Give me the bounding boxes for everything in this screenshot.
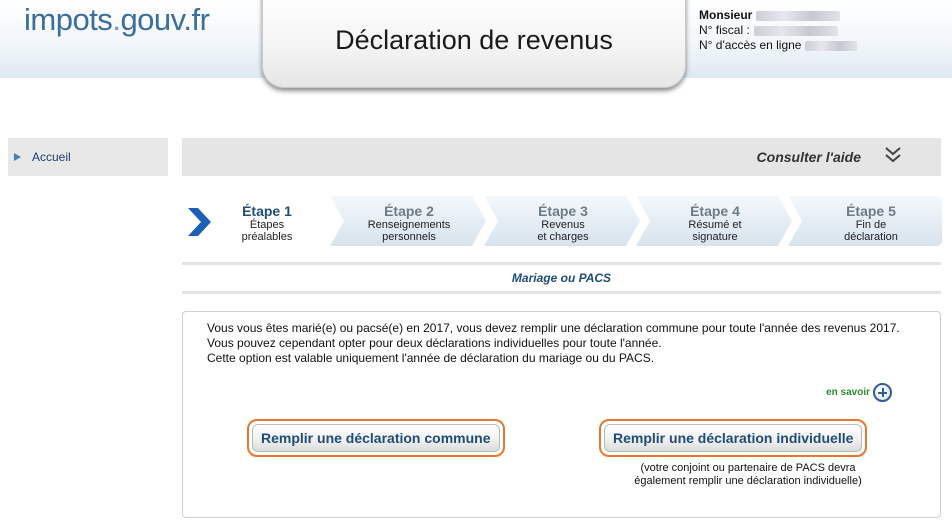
step-title: Étape 3 xyxy=(538,203,588,219)
fiscal-number-label: N° fiscal : xyxy=(699,23,750,37)
note-line: également remplir une déclaration indivi… xyxy=(634,475,862,487)
step-subtitle-line1: Renseignements xyxy=(367,219,451,231)
current-step-chevron-icon xyxy=(188,208,211,236)
sidebar: Accueil xyxy=(8,138,168,176)
help-bar: Consulter l'aide xyxy=(182,138,941,176)
step-subtitle-line2: signature xyxy=(692,231,738,243)
step-3: Étape 3 Revenus et charges xyxy=(484,196,642,246)
user-salutation: Monsieur xyxy=(699,8,753,22)
page-title-card: Déclaration de revenus xyxy=(262,0,686,88)
step-subtitle-line1: Fin de xyxy=(855,219,887,231)
step-5: Étape 5 Fin de déclaration xyxy=(788,196,942,246)
arrow-right-icon xyxy=(14,153,21,161)
step-subtitle-line1: Résumé et xyxy=(688,219,742,231)
step-title: Étape 5 xyxy=(846,203,896,219)
redacted-fiscal-number xyxy=(753,25,838,36)
page-title: Déclaration de revenus xyxy=(335,25,613,55)
impots-logo[interactable]: impots.gouv.fr xyxy=(24,2,210,38)
step-title: Étape 4 xyxy=(690,203,740,219)
logo-suffix: gouv.fr xyxy=(120,2,210,37)
individual-declaration-button-frame: Remplir une déclaration individuelle xyxy=(599,419,868,457)
info-text: Vous vous êtes marié(e) ou pacsé(e) en 2… xyxy=(207,321,917,366)
sidebar-item-label: Accueil xyxy=(32,150,71,164)
learn-more-label: en savoir xyxy=(826,387,870,398)
info-paragraph: Vous vous êtes marié(e) ou pacsé(e) en 2… xyxy=(207,321,900,335)
learn-more-link[interactable]: en savoir xyxy=(826,383,892,402)
individual-declaration-button[interactable]: Remplir une déclaration individuelle xyxy=(604,424,863,452)
individual-declaration-note: (votre conjoint ou partenaire de PACS de… xyxy=(593,462,903,488)
divider xyxy=(182,262,941,265)
logo-text: impots xyxy=(24,2,113,37)
redacted-access-number xyxy=(805,40,858,51)
step-4: Étape 4 Résumé et signature xyxy=(636,196,794,246)
step-subtitle-line2: personnels xyxy=(382,231,436,243)
info-paragraph: Cette option est valable uniquement l'an… xyxy=(207,351,655,365)
step-2: Étape 2 Renseignements personnels xyxy=(330,196,488,246)
double-chevron-down-icon[interactable] xyxy=(883,146,903,164)
step-title: Étape 1 xyxy=(242,203,292,219)
step-subtitle-line2: déclaration xyxy=(844,231,898,243)
step-subtitle-line1: Revenus xyxy=(541,219,585,231)
content-panel: Vous vous êtes marié(e) ou pacsé(e) en 2… xyxy=(182,311,941,518)
redacted-name xyxy=(756,10,841,21)
step-1: Étape 1 Étapes préalables xyxy=(182,196,332,246)
divider xyxy=(182,291,941,294)
step-subtitle-line2: et charges xyxy=(537,231,589,243)
sidebar-item-accueil[interactable]: Accueil xyxy=(14,150,71,164)
common-declaration-button-frame: Remplir une déclaration commune xyxy=(247,419,505,457)
plus-circle-icon xyxy=(873,383,892,402)
access-number-label: N° d'accès en ligne xyxy=(699,38,802,52)
section-title: Mariage ou PACS xyxy=(511,271,612,285)
progress-steps: Étape 1 Étapes préalables Étape 2 Rensei… xyxy=(182,196,942,246)
help-link[interactable]: Consulter l'aide xyxy=(757,149,861,165)
user-info: Monsieur N° fiscal : N° d'accès en ligne xyxy=(699,8,858,53)
info-paragraph: Vous pouvez cependant opter pour deux dé… xyxy=(207,336,662,350)
step-subtitle-line2: préalables xyxy=(241,231,293,243)
note-line: (votre conjoint ou partenaire de PACS de… xyxy=(640,462,856,474)
common-declaration-button[interactable]: Remplir une déclaration commune xyxy=(252,424,500,452)
step-title: Étape 2 xyxy=(384,203,434,219)
step-subtitle-line1: Étapes xyxy=(249,219,285,231)
